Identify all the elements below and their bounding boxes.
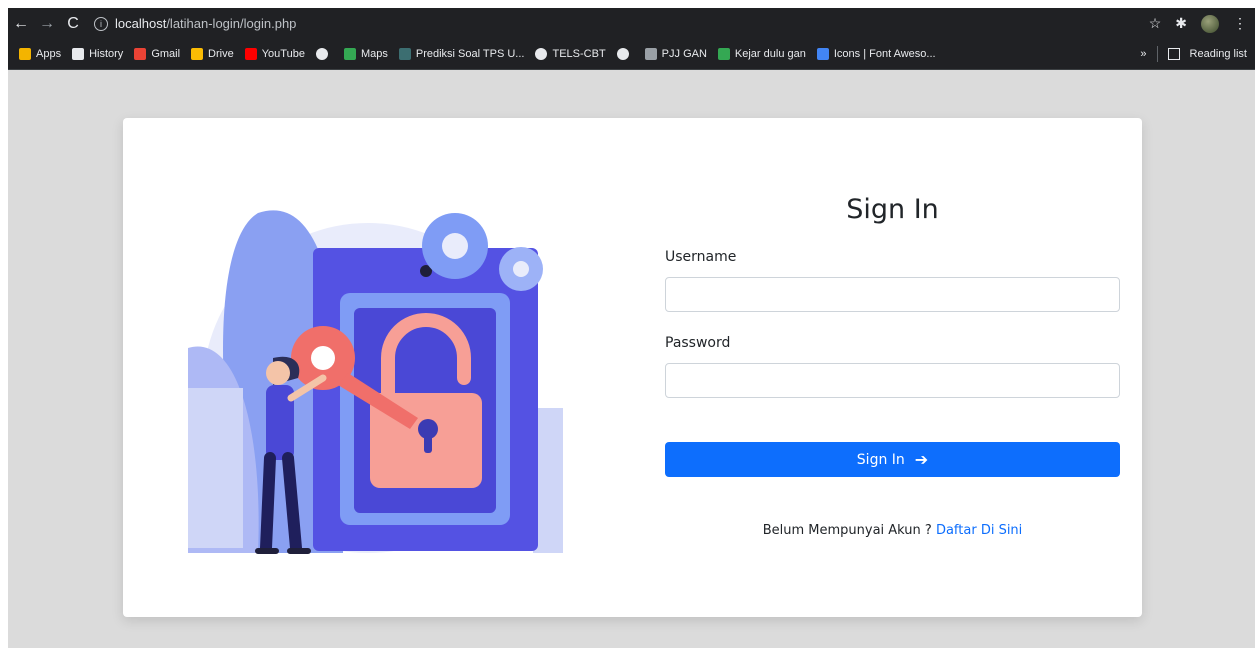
url-path: /latihan-login/login.php	[166, 16, 297, 31]
bookmark-label: YouTube	[261, 48, 305, 60]
bookmark-item[interactable]	[616, 48, 634, 60]
login-card: Sign In Username Password Sign In ➔ Belu…	[123, 118, 1142, 617]
history-icon	[72, 48, 85, 60]
bookmark-item[interactable]: YouTube	[244, 48, 305, 60]
bookmark-item[interactable]: Icons | Font Aweso...	[816, 48, 936, 60]
address-bar[interactable]: i localhost /latihan-login/login.php	[94, 12, 296, 36]
bookmark-item[interactable]: Apps	[19, 48, 61, 60]
sign-in-button[interactable]: Sign In ➔	[665, 442, 1120, 477]
browser-toolbar: ← → C i localhost /latihan-login/login.p…	[8, 8, 1255, 39]
reload-icon[interactable]: C	[60, 11, 86, 37]
bookmark-label: Drive	[208, 48, 234, 60]
bookmark-label: Kejar dulu gan	[734, 48, 806, 60]
bookmark-item[interactable]	[315, 48, 333, 60]
register-text: Belum Mempunyai Akun ?	[762, 523, 932, 538]
flag-icon	[816, 48, 829, 60]
bookmark-label: History	[89, 48, 124, 60]
arrow-right-icon: ➔	[914, 450, 929, 469]
youtube-icon	[244, 48, 257, 60]
info-icon[interactable]: i	[94, 16, 108, 31]
bookmark-item[interactable]: History	[72, 48, 123, 60]
reading-list-icon[interactable]	[1167, 48, 1180, 60]
extensions-icon[interactable]: ✱	[1175, 15, 1187, 32]
bookmark-item[interactable]: Gmail	[134, 48, 180, 60]
bookmark-item[interactable]: Drive	[191, 48, 234, 60]
site-icon	[398, 48, 411, 60]
bookmarks-overflow-icon[interactable]: »	[1140, 48, 1146, 60]
sign-in-button-label: Sign In	[856, 451, 905, 468]
password-input[interactable]	[665, 363, 1120, 398]
person-head	[266, 361, 290, 385]
page-background: Sign In Username Password Sign In ➔ Belu…	[8, 70, 1255, 648]
globe-icon	[535, 48, 548, 60]
register-prompt: Belum Mempunyai Akun ? Daftar Di Sini	[665, 523, 1120, 538]
bookmark-item[interactable]: PJJ GAN	[644, 48, 707, 60]
reading-list-label[interactable]: Reading list	[1190, 48, 1247, 60]
globe-icon	[315, 48, 328, 60]
gmail-icon	[134, 48, 147, 60]
bookmark-label: TELS-CBT	[552, 48, 606, 60]
bookmark-item[interactable]: Prediksi Soal TPS U...	[398, 48, 525, 60]
bookmark-label: Apps	[36, 48, 62, 60]
bookmark-item[interactable]: TELS-CBT	[535, 48, 606, 60]
drive-icon	[191, 48, 204, 60]
bookmark-label: Gmail	[151, 48, 181, 60]
site-icon	[717, 48, 730, 60]
bookmark-label: Maps	[360, 48, 388, 60]
bookmark-label: PJJ GAN	[661, 48, 707, 60]
bookmark-label: Icons | Font Aweso...	[833, 48, 936, 60]
password-label: Password	[665, 335, 731, 351]
menu-icon[interactable]: ⋮	[1233, 15, 1247, 32]
form-title: Sign In	[846, 194, 939, 225]
star-icon[interactable]: ☆	[1149, 15, 1162, 32]
bookmark-item[interactable]: Maps	[343, 48, 388, 60]
url-host: localhost	[115, 16, 167, 31]
profile-avatar[interactable]	[1201, 14, 1219, 33]
register-link[interactable]: Daftar Di Sini	[936, 523, 1022, 538]
bookmark-item[interactable]: Kejar dulu gan	[717, 48, 806, 60]
divider	[1156, 46, 1158, 62]
bookmarks-bar: Apps History Gmail Drive YouTube Maps Prediksi…	[8, 39, 1255, 70]
username-label: Username	[665, 249, 737, 265]
apps-grid-icon	[19, 48, 31, 60]
security-illustration	[188, 210, 563, 554]
username-input[interactable]	[665, 277, 1120, 312]
doc-icon	[644, 48, 657, 60]
maps-icon	[343, 48, 356, 60]
bookmark-label: Prediksi Soal TPS U...	[415, 48, 525, 60]
forward-icon[interactable]: →	[34, 11, 60, 37]
building-left	[188, 388, 243, 548]
back-icon[interactable]: ←	[8, 11, 34, 37]
globe-icon	[616, 48, 629, 60]
